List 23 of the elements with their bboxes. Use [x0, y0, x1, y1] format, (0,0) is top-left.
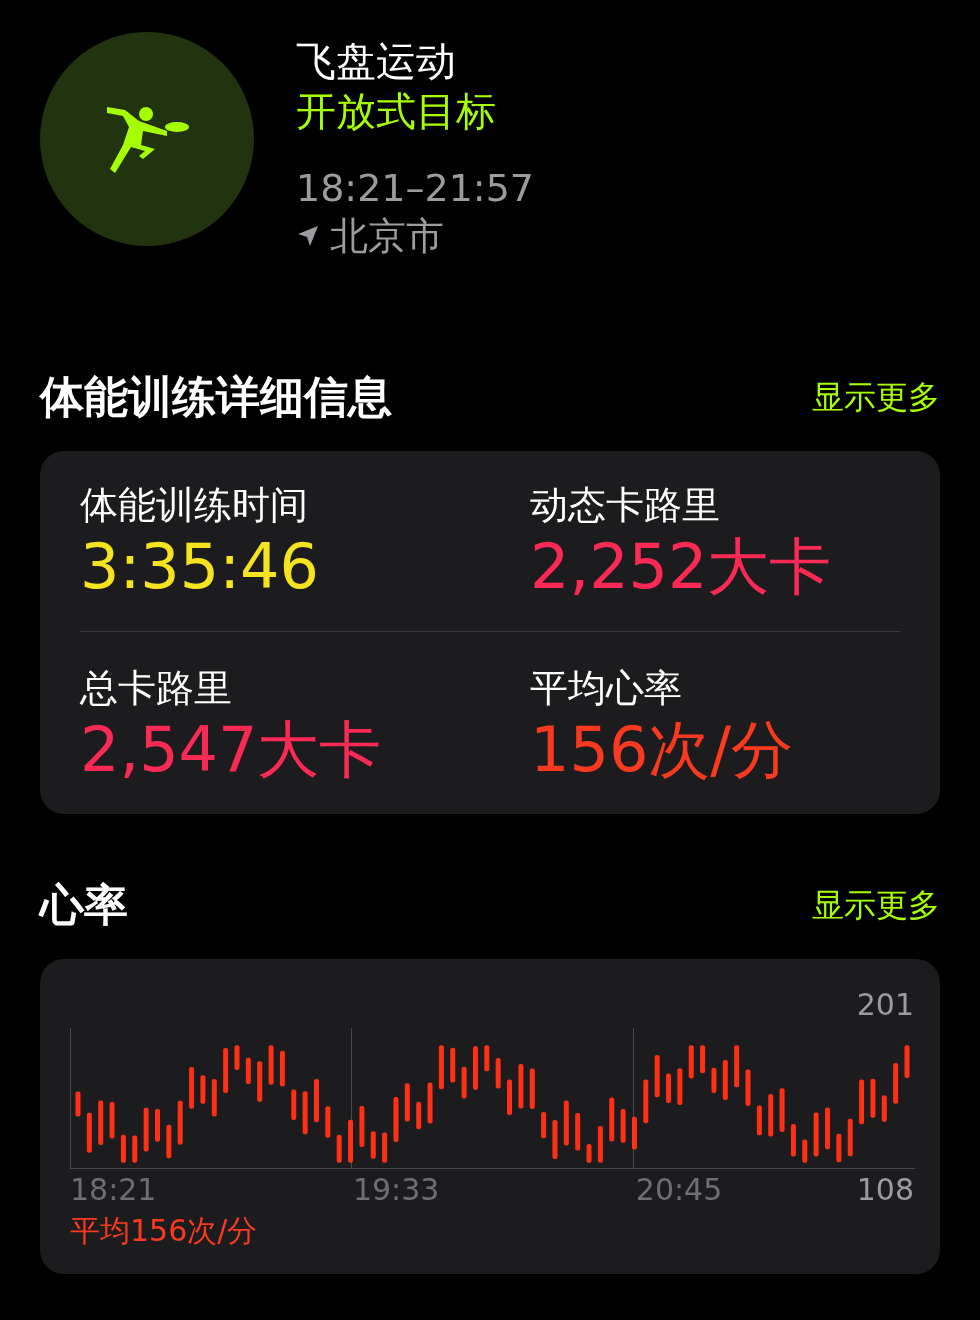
metric-value: 156次/分	[530, 712, 795, 788]
metric-label: 平均心率	[530, 665, 683, 712]
metric-value: 2,252大卡	[530, 529, 833, 605]
location-arrow-icon	[296, 224, 320, 248]
time-label: 20:45	[635, 1172, 724, 1207]
min-label: 108	[856, 1172, 914, 1207]
time-label: 18:21	[70, 1172, 158, 1207]
section-title: 心率	[40, 878, 128, 932]
metric-value: 2,547大卡	[80, 712, 383, 788]
workout-name: 飞盘运动	[296, 37, 457, 86]
metric-label: 动态卡路里	[530, 482, 721, 529]
show-more-link[interactable]: 显示更多	[812, 883, 940, 928]
metric-value: 3:35:46	[80, 529, 320, 605]
show-more-link[interactable]: 显示更多	[812, 375, 940, 420]
metric-label: 体能训练时间	[80, 482, 309, 529]
section-title: 体能训练详细信息	[40, 370, 392, 424]
average-heart-rate: 平均156次/分	[70, 1212, 259, 1250]
location: 北京市	[330, 213, 444, 260]
time-range: 18:21–21:57	[296, 165, 535, 212]
max-label: 201	[855, 987, 914, 1022]
time-label: 19:33	[352, 1172, 441, 1207]
metric-label: 总卡路里	[80, 665, 233, 712]
workout-goal: 开放式目标	[296, 87, 497, 136]
